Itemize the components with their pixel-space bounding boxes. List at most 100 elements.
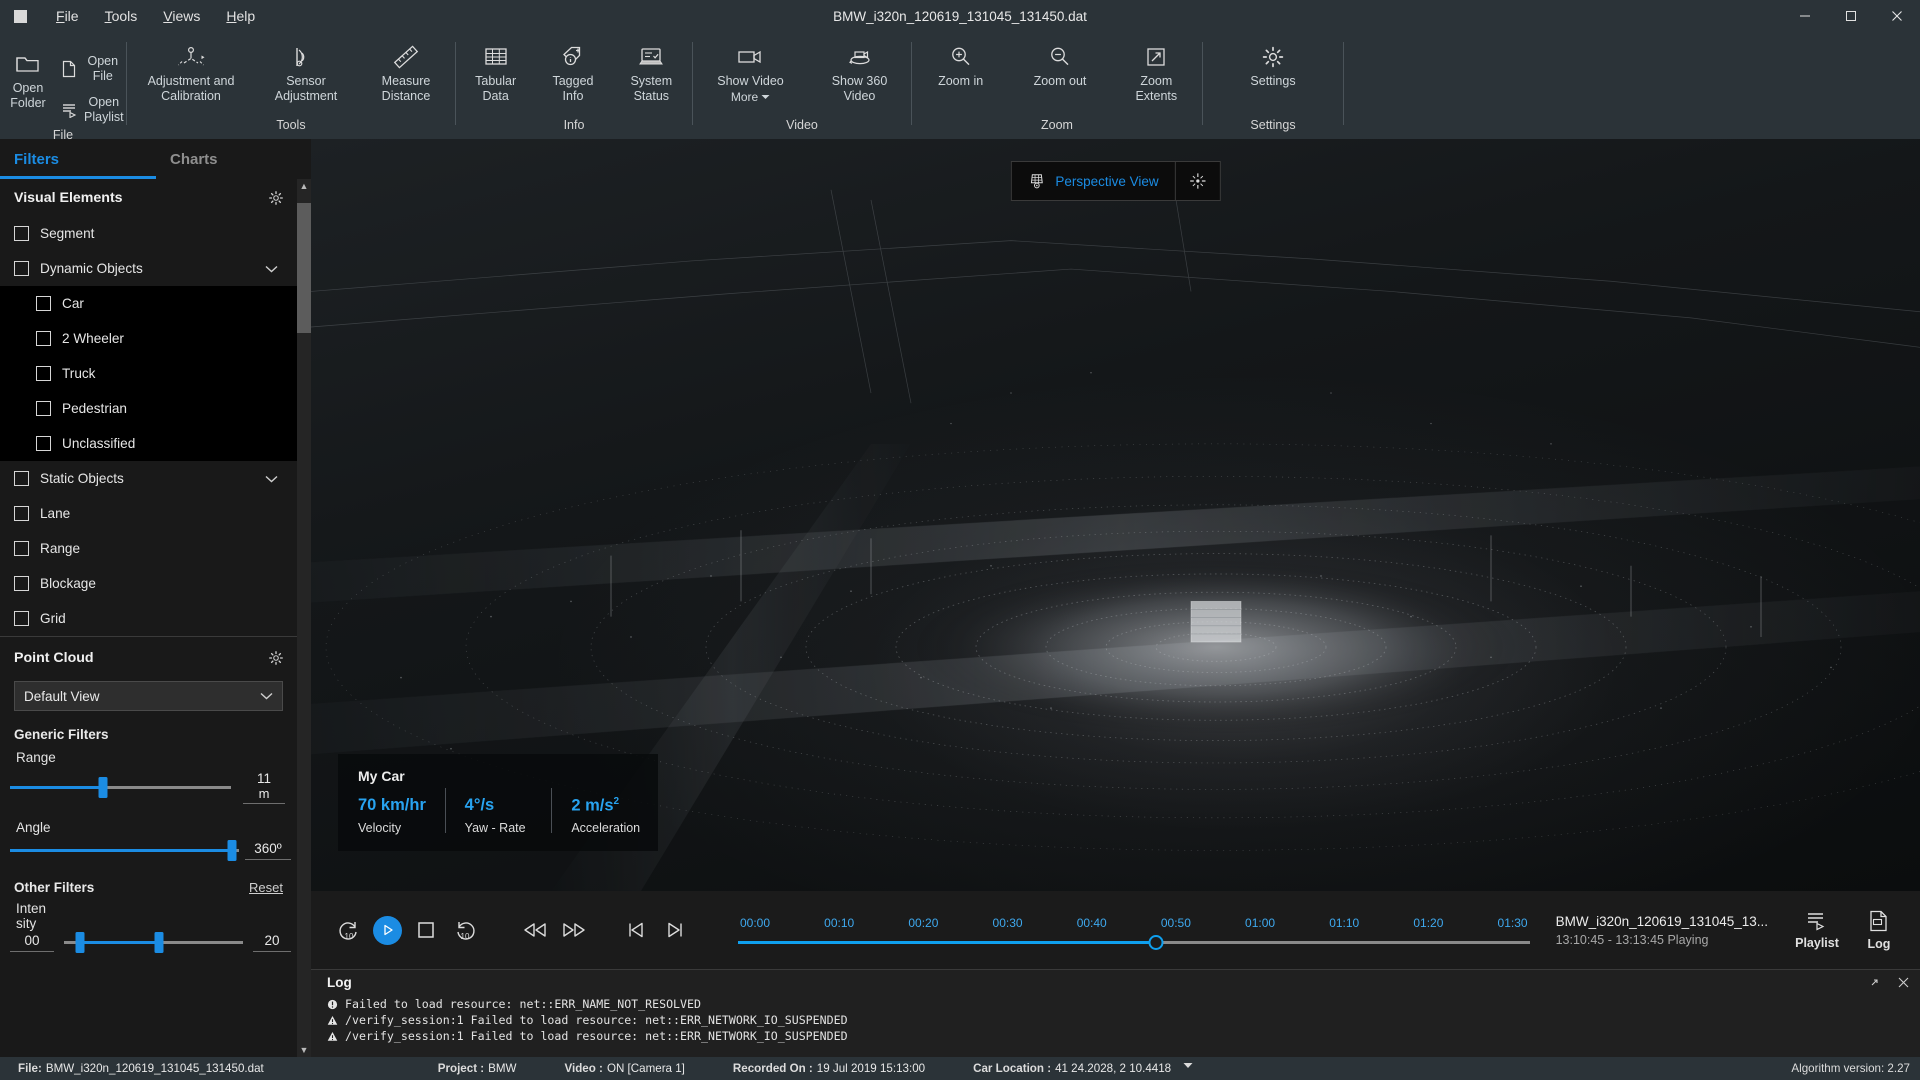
static-objects-checkbox[interactable] bbox=[14, 471, 29, 486]
stop-button[interactable] bbox=[411, 915, 441, 945]
scroll-down-icon[interactable]: ▼ bbox=[300, 1045, 309, 1055]
point-cloud-settings-icon[interactable] bbox=[268, 650, 284, 666]
skip-to-start-button[interactable] bbox=[621, 915, 651, 945]
angle-slider-track[interactable] bbox=[10, 840, 239, 861]
recenter-button[interactable] bbox=[1176, 162, 1220, 200]
filter-range[interactable]: Range bbox=[0, 531, 297, 566]
truck-label: Truck bbox=[62, 366, 96, 381]
play-button[interactable] bbox=[373, 915, 402, 945]
filter-pedestrian[interactable]: Pedestrian bbox=[0, 391, 297, 426]
filter-lane[interactable]: Lane bbox=[0, 496, 297, 531]
pedestrian-label: Pedestrian bbox=[62, 401, 127, 416]
range-checkbox[interactable] bbox=[14, 541, 29, 556]
close-icon[interactable] bbox=[1897, 976, 1910, 989]
log-button[interactable]: Log bbox=[1848, 910, 1910, 951]
range-slider-thumb[interactable] bbox=[98, 777, 108, 798]
zoom-out-button[interactable]: Zoom out bbox=[1020, 39, 1100, 91]
show-video-button[interactable]: Show Video More bbox=[705, 39, 797, 106]
car-label: Car bbox=[62, 296, 84, 311]
show-360-video-button[interactable]: Show 360 Video bbox=[820, 39, 900, 105]
log-button-label: Log bbox=[1867, 936, 1891, 951]
open-folder-button[interactable]: Open Folder bbox=[0, 46, 56, 112]
caret-down-icon[interactable] bbox=[1183, 1062, 1193, 1075]
lane-checkbox[interactable] bbox=[14, 506, 29, 521]
range-slider-track[interactable] bbox=[10, 777, 231, 798]
scroll-up-icon[interactable]: ▲ bbox=[300, 181, 309, 191]
dynamic-objects-checkbox[interactable] bbox=[14, 261, 29, 276]
unclassified-checkbox[interactable] bbox=[36, 436, 51, 451]
two-wheeler-checkbox[interactable] bbox=[36, 331, 51, 346]
chevron-down-icon[interactable] bbox=[265, 265, 278, 273]
filter-2-wheeler[interactable]: 2 Wheeler bbox=[0, 321, 297, 356]
truck-checkbox[interactable] bbox=[36, 366, 51, 381]
rewind-10-button[interactable]: 10 bbox=[334, 915, 364, 945]
skip-to-end-button[interactable] bbox=[660, 915, 690, 945]
scrollbar-thumb[interactable] bbox=[297, 203, 311, 333]
my-car-title: My Car bbox=[358, 767, 405, 784]
status-car-location[interactable]: Car Location : 41 24.2028, 2 10.4418 bbox=[961, 1062, 1205, 1075]
minimize-button[interactable] bbox=[1782, 0, 1828, 32]
filter-segment[interactable]: Segment bbox=[0, 216, 297, 251]
car-checkbox[interactable] bbox=[36, 296, 51, 311]
close-button[interactable] bbox=[1874, 0, 1920, 32]
system-status-button[interactable]: System Status bbox=[615, 39, 687, 105]
open-playlist-button[interactable]: Open Playlist bbox=[56, 92, 130, 127]
tab-filters-label: Filters bbox=[14, 150, 60, 168]
previous-frame-fast-button[interactable] bbox=[520, 915, 550, 945]
menu-help[interactable]: Help bbox=[213, 0, 268, 32]
filter-blockage[interactable]: Blockage bbox=[0, 566, 297, 601]
intensity-slider-track[interactable] bbox=[64, 932, 243, 953]
window-title: BMW_i320n_120619_131045_131450.dat bbox=[833, 8, 1087, 24]
tab-filters[interactable]: Filters bbox=[0, 139, 156, 179]
menu-file[interactable]: FFileile bbox=[43, 0, 92, 32]
table-icon bbox=[484, 43, 508, 71]
app-logo-icon bbox=[14, 9, 27, 23]
tagged-info-button[interactable]: Tagged Info bbox=[540, 39, 606, 105]
tab-charts[interactable]: Charts bbox=[156, 139, 312, 179]
filter-car[interactable]: Car bbox=[0, 286, 297, 321]
reset-link[interactable]: Reset bbox=[249, 880, 283, 895]
zoom-in-button[interactable]: Zoom in bbox=[923, 39, 999, 91]
settings-button[interactable]: Settings bbox=[1235, 39, 1311, 91]
next-frame-fast-button[interactable] bbox=[559, 915, 589, 945]
filter-grid[interactable]: Grid bbox=[0, 601, 297, 636]
show-video-more-button[interactable]: More bbox=[731, 90, 770, 105]
zoom-extents-button[interactable]: Zoom Extents bbox=[1121, 39, 1191, 105]
zoom-out-label: Zoom out bbox=[1033, 74, 1087, 88]
intensity-slider-thumb-high[interactable] bbox=[154, 932, 164, 953]
measure-distance-button[interactable]: Measure Distance bbox=[366, 39, 446, 105]
sensor-adjustment-button[interactable]: Sensor Adjustment bbox=[264, 39, 348, 105]
filter-truck[interactable]: Truck bbox=[0, 356, 297, 391]
filter-static-objects[interactable]: Static Objects bbox=[0, 461, 297, 496]
visual-elements-settings-icon[interactable] bbox=[268, 190, 284, 206]
filter-dynamic-objects[interactable]: Dynamic Objects bbox=[0, 251, 297, 286]
adjustment-and-calibration-button[interactable]: Adjustment and Calibration bbox=[136, 39, 246, 105]
timeline-scrubber[interactable] bbox=[1148, 935, 1164, 950]
angle-slider-thumb[interactable] bbox=[227, 840, 237, 861]
pedestrian-checkbox[interactable] bbox=[36, 401, 51, 416]
point-cloud-view-select[interactable]: Default View bbox=[14, 681, 283, 711]
menu-tools[interactable]: Tools bbox=[92, 0, 151, 32]
forward-10-button[interactable]: 10 bbox=[450, 915, 480, 945]
point-cloud-viewport[interactable]: Perspective View My Car 70 km/hr Velocit… bbox=[311, 139, 1920, 891]
perspective-view-button[interactable]: Perspective View bbox=[1011, 162, 1174, 200]
ribbon-group-info: Tabular Data Tagged Info System Status I… bbox=[456, 32, 692, 139]
grid-checkbox[interactable] bbox=[14, 611, 29, 626]
intensity-slider-thumb-low[interactable] bbox=[75, 932, 85, 953]
open-file-button[interactable]: Open File bbox=[56, 51, 130, 86]
sidebar-scrollbar[interactable]: ▲ ▼ bbox=[297, 179, 311, 1057]
maximize-button[interactable] bbox=[1828, 0, 1874, 32]
filter-unclassified[interactable]: Unclassified bbox=[0, 426, 297, 461]
my-car-panel: My Car 70 km/hr Velocity 4°/s Yaw - Rate… bbox=[338, 753, 658, 851]
expand-icon[interactable] bbox=[1868, 976, 1881, 989]
blockage-checkbox[interactable] bbox=[14, 576, 29, 591]
dynamic-objects-label: Dynamic Objects bbox=[40, 261, 143, 276]
ribbon-group-settings-label: Settings bbox=[1250, 118, 1296, 132]
status-video-value: ON [Camera 1] bbox=[606, 1062, 685, 1075]
segment-checkbox[interactable] bbox=[14, 226, 29, 241]
timeline-track[interactable] bbox=[738, 935, 1530, 950]
playlist-button[interactable]: Playlist bbox=[1786, 911, 1848, 950]
menu-views[interactable]: Views bbox=[150, 0, 213, 32]
tabular-data-button[interactable]: Tabular Data bbox=[461, 39, 531, 105]
chevron-down-icon[interactable] bbox=[265, 475, 278, 483]
